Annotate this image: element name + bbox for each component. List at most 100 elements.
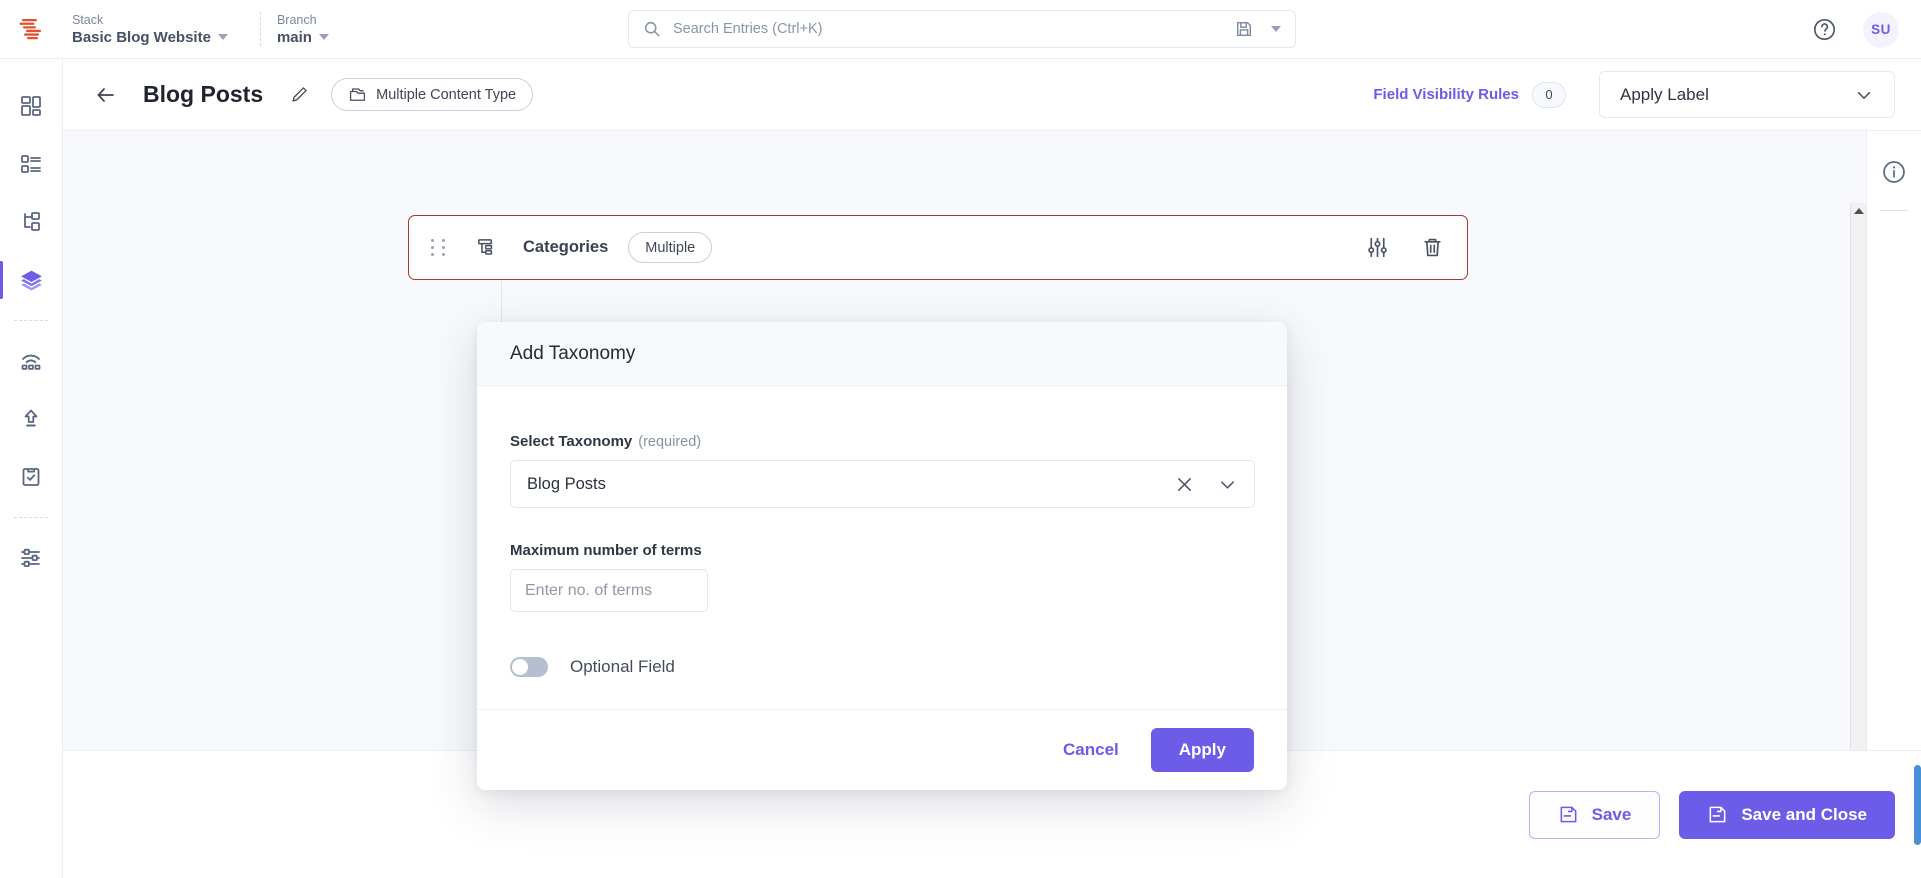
cancel-button[interactable]: Cancel [1047, 730, 1135, 770]
sliders-icon[interactable] [1365, 235, 1390, 260]
optional-field-row[interactable]: Optional Field [510, 657, 1254, 677]
broadcast-icon [21, 354, 41, 370]
max-terms-input[interactable]: Enter no. of terms [510, 569, 708, 612]
rail-divider-2 [14, 517, 48, 518]
field-row[interactable]: Categories Multiple [408, 215, 1468, 280]
field-visibility-rules-label: Field Visibility Rules [1373, 86, 1519, 103]
stack-value: Basic Blog Website [72, 28, 228, 47]
list-entries-icon [21, 155, 41, 173]
scroll-up-button[interactable] [1851, 203, 1866, 219]
caret-down-icon [217, 34, 228, 40]
modal-body: Select Taxonomy (required) Blog Posts Max… [477, 386, 1287, 677]
left-nav-rail [0, 59, 63, 878]
arrow-left-icon [97, 87, 114, 102]
sidebar-item-entries[interactable] [0, 135, 63, 193]
question-circle-icon[interactable] [1812, 17, 1837, 42]
content-type-icon [350, 88, 366, 101]
floppy-disk-icon[interactable] [1235, 20, 1253, 38]
app-logo[interactable] [0, 14, 62, 44]
save-floppy-icon [1709, 806, 1726, 823]
max-terms-label: Maximum number of terms [510, 542, 702, 559]
branch-name: main [276, 28, 312, 46]
page-header: Blog Posts Multiple Content Type Field V… [63, 59, 1921, 131]
info-circle-icon[interactable] [1881, 159, 1907, 185]
sidebar-item-releases[interactable] [0, 448, 63, 506]
branch-value: main [277, 28, 329, 47]
field-visibility-rules-count: 0 [1532, 81, 1566, 108]
select-taxonomy-label: Select Taxonomy (required) [510, 433, 1254, 450]
back-button[interactable] [89, 78, 123, 112]
apply-button[interactable]: Apply [1150, 728, 1254, 772]
optional-field-toggle[interactable] [510, 657, 548, 677]
edit-title-button[interactable] [285, 81, 313, 109]
hierarchy-icon [24, 212, 40, 231]
contentstack-logo-icon [19, 19, 41, 40]
sidebar-item-live-preview[interactable] [0, 332, 63, 390]
apply-label-dropdown[interactable]: Apply Label [1599, 71, 1895, 118]
max-terms-block: Maximum number of terms Enter no. of ter… [510, 542, 1254, 612]
stack-switcher[interactable]: Stack Basic Blog Website [62, 12, 254, 47]
caret-up-icon [1853, 208, 1864, 214]
save-and-close-button-label: Save and Close [1741, 804, 1867, 824]
search-input[interactable]: Search Entries (Ctrl+K) [628, 10, 1296, 48]
toggle-knob [512, 659, 528, 675]
dashboard-grid-icon [21, 96, 41, 116]
field-name: Categories [523, 238, 609, 256]
sidebar-item-content-models[interactable] [0, 251, 63, 309]
optional-field-label: Optional Field [570, 657, 675, 676]
save-floppy-icon [1560, 806, 1577, 823]
field-badge: Multiple [628, 232, 713, 263]
trash-icon[interactable] [1420, 235, 1445, 260]
close-x-icon[interactable] [1174, 474, 1195, 495]
modal-footer: Cancel Apply [477, 709, 1287, 790]
branch-label: Branch [276, 12, 317, 27]
apply-label-value: Apply Label [1620, 84, 1709, 104]
top-bar: Stack Basic Blog Website Branch main Sea… [0, 0, 1921, 59]
add-taxonomy-modal: Add Taxonomy Select Taxonomy (required) B… [477, 322, 1287, 790]
select-taxonomy-label-text: Select Taxonomy [510, 433, 633, 450]
upload-arrow-icon [24, 409, 38, 427]
clipboard-check-icon [22, 468, 40, 486]
field-visibility-rules[interactable]: Field Visibility Rules 0 [1373, 81, 1566, 108]
select-taxonomy-icons [1174, 474, 1238, 495]
required-note: (required) [638, 434, 702, 450]
context-divider [259, 12, 261, 46]
sidebar-item-dashboard[interactable] [0, 77, 63, 135]
bell-icon[interactable] [1761, 17, 1786, 42]
search-actions [1235, 20, 1281, 38]
rail-divider [14, 320, 48, 321]
save-button-label: Save [1591, 804, 1632, 824]
sidebar-item-publish-queue[interactable] [0, 390, 63, 448]
branch-switcher[interactable]: Branch main [267, 12, 355, 47]
max-terms-placeholder: Enter no. of terms [525, 581, 653, 599]
save-button[interactable]: Save [1528, 790, 1661, 839]
drag-dots-icon[interactable] [431, 237, 447, 259]
caret-down-icon [318, 34, 329, 40]
search-placeholder: Search Entries (Ctrl+K) [673, 21, 823, 37]
page-edge-scrollbar[interactable] [1914, 765, 1921, 845]
sliders-settings-icon [21, 548, 40, 568]
save-and-close-button[interactable]: Save and Close [1679, 790, 1895, 839]
page-title: Blog Posts [143, 81, 264, 107]
select-taxonomy-dropdown[interactable]: Blog Posts [510, 460, 1255, 508]
select-taxonomy-value: Blog Posts [527, 474, 606, 493]
stack-label: Stack [72, 12, 104, 27]
search-icon [644, 21, 660, 37]
sidebar-item-assets[interactable] [0, 193, 63, 251]
caret-down-icon[interactable] [1271, 26, 1281, 32]
content-type-pill[interactable]: Multiple Content Type [331, 78, 534, 111]
field-actions [1365, 235, 1445, 260]
layers-stack-icon [20, 270, 42, 290]
vertical-scrollbar[interactable] [1850, 203, 1867, 809]
modal-title: Add Taxonomy [477, 322, 1287, 386]
avatar[interactable]: SU [1863, 11, 1899, 48]
taxonomy-icon [474, 236, 497, 259]
pencil-icon [292, 87, 307, 102]
context-switchers: Stack Basic Blog Website Branch main [62, 12, 355, 47]
right-panel-divider [1880, 210, 1908, 211]
stack-name: Basic Blog Website [72, 28, 211, 46]
top-bar-actions: SU [1761, 0, 1899, 59]
content-type-pill-label: Multiple Content Type [376, 86, 517, 103]
chevron-down-icon[interactable] [1217, 474, 1238, 495]
sidebar-item-settings[interactable] [0, 529, 63, 587]
